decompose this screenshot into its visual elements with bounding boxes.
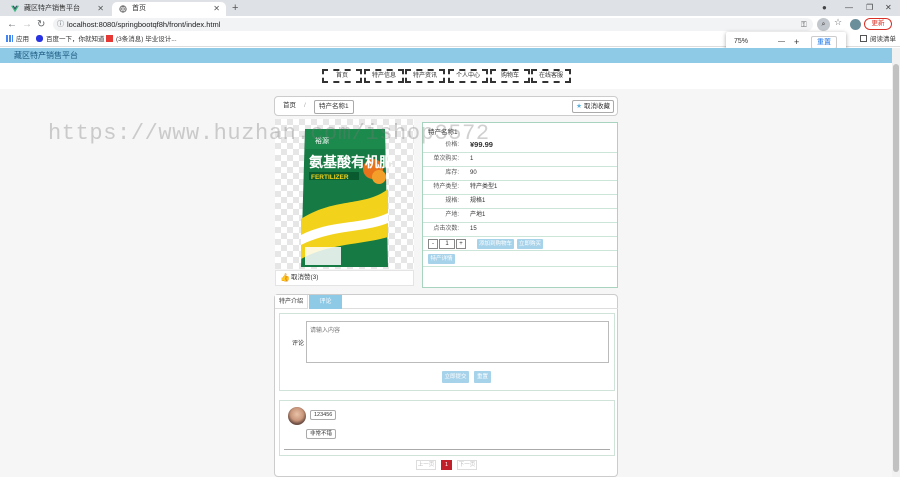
info-row: 单次购买: 1 xyxy=(423,153,617,167)
csdn-logo-icon xyxy=(106,35,113,42)
close-icon[interactable]: ✕ xyxy=(97,2,104,16)
key-icon[interactable]: ⚿ xyxy=(801,18,807,31)
bag-product-name: 氨基酸有机肥 xyxy=(309,154,393,171)
review-text: 非常不错 xyxy=(306,429,337,439)
page-scrollbar[interactable] xyxy=(892,48,900,477)
bookmark-apps[interactable]: 应用 xyxy=(6,33,29,47)
page-viewport: 藏区特产销售平台 首页 特产信息 特产资讯 个人中心 购物车 在线客服 首页 /… xyxy=(0,48,892,477)
url-text: localhost:8080/springbootqf8h/front/inde… xyxy=(67,20,221,29)
browser-tab-title: 藏区特产销售平台 xyxy=(24,5,80,12)
bookmark-star-icon[interactable]: ☆ xyxy=(834,17,842,28)
apps-grid-icon xyxy=(6,35,13,42)
new-tab-icon[interactable]: + xyxy=(232,0,238,16)
reset-comment-button[interactable]: 重置 xyxy=(474,371,491,383)
comment-form: 评论 立即提交 重置 xyxy=(279,313,615,391)
breadcrumb: 首页 / 特产名称1 ★ 取消收藏 xyxy=(274,96,618,116)
back-icon[interactable]: ← xyxy=(7,17,17,32)
nav-service[interactable]: 在线客服 xyxy=(531,69,571,83)
globe-icon xyxy=(119,5,127,13)
url-bar[interactable]: ⓘ localhost:8080/springbootqf8h/front/in… xyxy=(53,18,813,31)
breadcrumb-home[interactable]: 首页 xyxy=(283,100,296,112)
browser-tab-bar: 藏区特产销售平台 ✕ 首页 ✕ + ● — ❐ ✕ xyxy=(0,0,900,16)
info-row: 库存: 90 xyxy=(423,167,617,181)
browser-tab-platform[interactable]: 藏区特产销售平台 ✕ xyxy=(4,2,110,16)
product-detail-button[interactable]: 特产详情 xyxy=(428,254,455,264)
nav-cart[interactable]: 购物车 xyxy=(490,69,530,83)
browser-tab-title: 首页 xyxy=(132,5,146,12)
product-info-table: 特产名称1 价格: ¥99.99 单次购买: 1 库存: 90 特产类型: 特产类型1… xyxy=(422,122,618,288)
site-header: 藏区特产销售平台 xyxy=(0,48,892,63)
reload-icon[interactable]: ↻ xyxy=(37,17,45,32)
submit-comment-button[interactable]: 立即提交 xyxy=(442,371,469,383)
forward-icon[interactable]: → xyxy=(22,17,32,32)
nav-news[interactable]: 特产资讯 xyxy=(405,69,445,83)
avatar xyxy=(288,407,306,425)
buy-now-button[interactable]: 立即购买 xyxy=(517,239,543,249)
info-row-detail: 特产详情 xyxy=(423,251,617,267)
nav-profile[interactable]: 个人中心 xyxy=(448,69,488,83)
nav-home[interactable]: 首页 xyxy=(322,69,362,83)
close-icon[interactable]: ✕ xyxy=(213,2,220,16)
browser-tab-home[interactable]: 首页 ✕ xyxy=(112,2,226,16)
next-page-button[interactable]: 下一页 xyxy=(457,460,477,470)
window-close-icon[interactable]: ✕ xyxy=(885,0,892,16)
info-icon: ⓘ xyxy=(57,21,64,28)
minimize-icon[interactable]: — xyxy=(845,0,853,16)
info-row: 产地: 产地1 xyxy=(423,209,617,223)
detail-tabs-panel: 特产介绍 评论 评论 立即提交 重置 123456 非常不错 上一页 1 下一页 xyxy=(274,294,618,477)
comment-label: 评论 xyxy=(292,341,305,347)
vue-logo-icon xyxy=(11,5,19,13)
main-nav: 首页 特产信息 特产资讯 个人中心 购物车 在线客服 xyxy=(0,63,892,89)
info-row: 点击次数: 15 xyxy=(423,223,617,237)
review-divider xyxy=(284,449,610,450)
bookmark-baidu[interactable]: 百度一下，你就知道 xyxy=(36,33,105,47)
tab-divider xyxy=(342,308,618,309)
site-title: 藏区特产销售平台 xyxy=(14,51,78,60)
update-button[interactable]: 更新 xyxy=(864,18,892,30)
review-list: 123456 非常不错 xyxy=(279,400,615,456)
reading-list-icon xyxy=(860,35,867,42)
comment-input[interactable] xyxy=(306,321,609,363)
scrollbar-thumb[interactable] xyxy=(893,64,899,472)
tab-intro[interactable]: 特产介绍 xyxy=(275,295,308,309)
zoom-icon[interactable]: ⌕ xyxy=(817,18,830,31)
bag-sub-label: FERTILIZER xyxy=(311,174,349,181)
breadcrumb-separator: / xyxy=(304,102,306,109)
baidu-paw-icon xyxy=(36,35,43,42)
unfavorite-button[interactable]: ★ 取消收藏 xyxy=(572,100,614,113)
restore-icon[interactable]: ❐ xyxy=(866,0,873,16)
like-toggle[interactable]: 👍 取消赞(3) xyxy=(275,270,414,286)
qty-plus-button[interactable]: + xyxy=(456,239,466,249)
add-to-cart-button[interactable]: 添加到购物车 xyxy=(477,239,514,249)
tab-comments[interactable]: 评论 xyxy=(309,295,342,309)
reading-list[interactable]: 阅读清单 xyxy=(860,33,896,47)
breadcrumb-current: 特产名称1 xyxy=(314,100,354,114)
watermark-text: https://www.huzhan.com/ishop3572 xyxy=(48,121,490,146)
nav-products[interactable]: 特产信息 xyxy=(364,69,404,83)
qty-input[interactable]: 1 xyxy=(439,239,455,249)
review-username: 123456 xyxy=(310,410,337,420)
star-icon: ★ xyxy=(576,103,582,110)
page-1-button[interactable]: 1 xyxy=(441,460,452,470)
info-row: 特产类型: 特产类型1 xyxy=(423,181,617,195)
bookmark-csdn[interactable]: (3条消息) 毕业设计... xyxy=(106,33,177,47)
account-dot-icon[interactable]: ● xyxy=(822,0,827,16)
info-row-actions: - 1 + 添加到购物车 立即购买 xyxy=(423,237,617,251)
info-row: 规格: 规格1 xyxy=(423,195,617,209)
qty-minus-button[interactable]: - xyxy=(428,239,438,249)
thumbs-up-icon: 👍 xyxy=(280,273,290,282)
profile-avatar[interactable] xyxy=(850,19,861,30)
prev-page-button[interactable]: 上一页 xyxy=(416,460,436,470)
address-toolbar: ← → ↻ ⓘ localhost:8080/springbootqf8h/fr… xyxy=(0,16,900,33)
like-count: 取消赞(3) xyxy=(291,274,319,281)
